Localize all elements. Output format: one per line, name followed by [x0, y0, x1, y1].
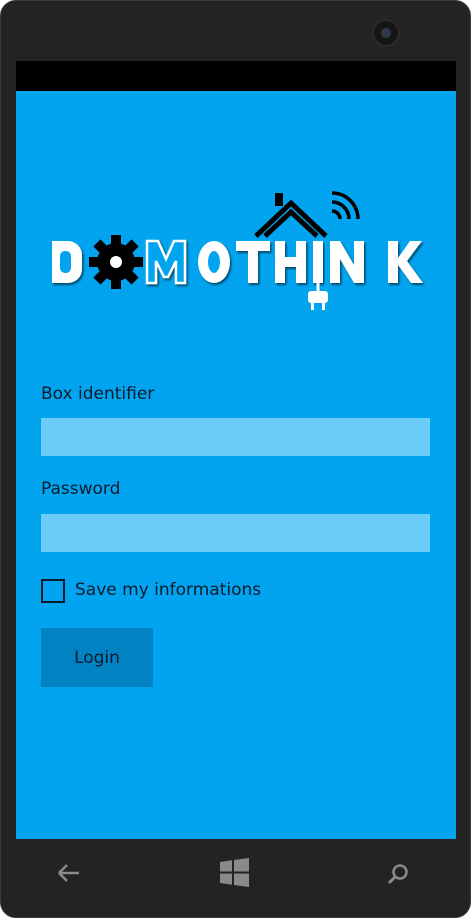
phone-frame: Box identifier Password Save my informat… [0, 0, 471, 918]
back-icon[interactable] [57, 863, 81, 883]
windows-start-icon[interactable] [220, 858, 249, 887]
save-info-label[interactable]: Save my informations [75, 580, 261, 600]
login-button-label: Login [74, 647, 120, 668]
password-input[interactable] [41, 514, 430, 552]
box-identifier-input[interactable] [41, 418, 430, 456]
app-screen: Box identifier Password Save my informat… [16, 61, 456, 839]
front-camera [372, 19, 400, 47]
save-info-checkbox[interactable] [41, 579, 65, 603]
password-label: Password [41, 479, 121, 499]
domothink-logo [52, 191, 423, 310]
search-icon[interactable] [387, 863, 409, 885]
status-bar [16, 61, 456, 91]
login-button[interactable]: Login [41, 628, 153, 687]
box-identifier-label: Box identifier [41, 384, 155, 404]
